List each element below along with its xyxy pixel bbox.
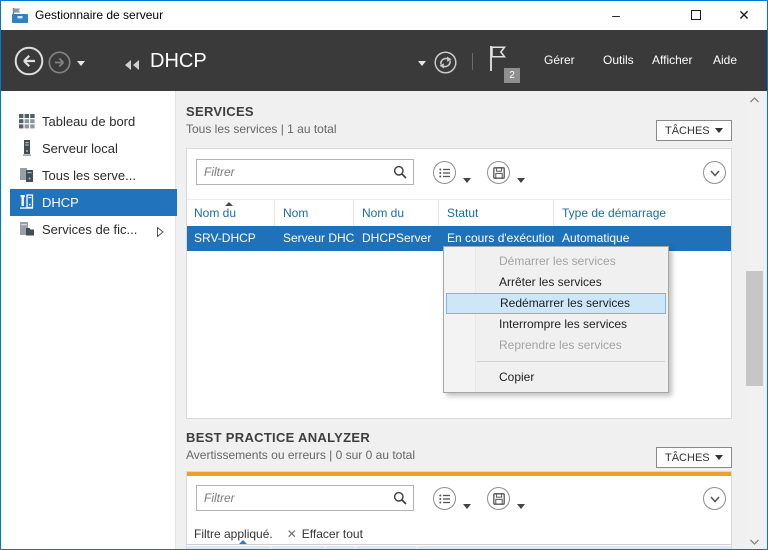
menu-item-reprendre: Reprendre les services xyxy=(499,338,622,352)
save-query-button[interactable] xyxy=(487,487,510,510)
list-view-dropdown-icon[interactable] xyxy=(463,170,471,188)
forward-button[interactable] xyxy=(48,51,71,79)
notification-count-badge[interactable]: 2 xyxy=(504,68,520,83)
services-section-title: SERVICES xyxy=(186,104,254,119)
title-bar: Gestionnaire de serveur – ✕ xyxy=(1,1,767,30)
back-button[interactable] xyxy=(14,46,44,81)
minimize-button[interactable]: – xyxy=(595,1,637,30)
sidebar-item-all-servers[interactable]: Tous les serve... xyxy=(2,162,176,189)
menu-afficher[interactable]: Afficher xyxy=(652,30,692,91)
bpa-tasks-button[interactable]: TÂCHES xyxy=(656,447,732,468)
list-view-dropdown-icon[interactable] xyxy=(463,496,471,514)
list-view-button[interactable] xyxy=(433,487,456,510)
collapse-panel-button[interactable] xyxy=(703,161,726,184)
list-icon xyxy=(438,168,450,177)
save-icon xyxy=(492,166,505,179)
services-table-header: Nom du serveur Nom complet Nom du servic… xyxy=(187,199,731,252)
sidebar-item-label: Tous les serve... xyxy=(42,168,136,183)
dhcp-tools-icon xyxy=(19,194,36,211)
save-icon xyxy=(492,492,505,505)
sort-ascending-icon xyxy=(239,540,247,544)
chevron-down-icon xyxy=(709,170,720,177)
menu-item-interrompre[interactable]: Interrompre les services xyxy=(444,314,668,335)
chevron-down-icon xyxy=(709,496,720,503)
sidebar-item-local-server[interactable]: Serveur local xyxy=(2,135,176,162)
collapse-panel-button[interactable] xyxy=(703,487,726,510)
breadcrumb[interactable]: DHCP xyxy=(150,50,207,73)
scrollbar-thumb[interactable] xyxy=(746,271,763,386)
dashboard-grid-icon xyxy=(19,113,36,130)
bpa-panel: Filtre appliqué. ✕ Effacer tout xyxy=(186,471,732,549)
navigation-bar: DHCP 2 Gérer Outils Afficher Aide xyxy=(1,30,767,91)
toolbar-separator xyxy=(472,53,473,70)
expand-arrow-icon[interactable] xyxy=(157,225,164,240)
sidebar-item-label: Services de fic... xyxy=(42,222,138,237)
close-button[interactable]: ✕ xyxy=(723,1,765,30)
clear-all-link[interactable]: Effacer tout xyxy=(302,527,363,541)
tasks-button-label: TÂCHES xyxy=(665,451,710,464)
scroll-up-button[interactable] xyxy=(746,91,763,108)
sidebar-item-label: DHCP xyxy=(42,195,79,210)
breadcrumb-collapse-icon[interactable] xyxy=(125,57,141,75)
maximize-icon xyxy=(691,10,701,20)
sidebar: Tableau de bord Serveur local Tous les s… xyxy=(2,91,177,549)
menu-aide[interactable]: Aide xyxy=(713,30,737,91)
all-servers-icon xyxy=(19,167,36,184)
sort-ascending-icon xyxy=(225,202,233,206)
clear-filter-icon[interactable]: ✕ xyxy=(287,527,297,541)
save-query-dropdown-icon[interactable] xyxy=(517,170,525,188)
context-menu: Démarrer les services Arrêter les servic… xyxy=(443,246,669,393)
menu-item-redemarrer[interactable]: Redémarrer les services xyxy=(446,293,666,314)
refresh-button[interactable] xyxy=(434,51,457,79)
save-query-dropdown-icon[interactable] xyxy=(517,496,525,514)
sidebar-item-label: Serveur local xyxy=(42,141,118,156)
tasks-button-label: TÂCHES xyxy=(665,124,710,137)
server-manager-app-icon xyxy=(11,7,29,29)
filter-applied-label: Filtre appliqué. xyxy=(194,527,273,541)
scroll-down-button[interactable] xyxy=(746,533,763,549)
menu-outils[interactable]: Outils xyxy=(603,30,634,91)
file-services-icon xyxy=(19,221,36,238)
sidebar-item-file-services[interactable]: Services de fic... xyxy=(2,216,176,243)
list-view-button[interactable] xyxy=(433,161,456,184)
services-filter-input[interactable] xyxy=(196,159,414,185)
maximize-button[interactable] xyxy=(675,1,717,30)
services-section-subtitle: Tous les services | 1 au total xyxy=(186,122,337,136)
services-tasks-button[interactable]: TÂCHES xyxy=(656,120,732,141)
menu-item-copier[interactable]: Copier xyxy=(444,367,668,388)
breadcrumb-dropdown-icon[interactable] xyxy=(418,61,426,66)
vertical-scrollbar[interactable] xyxy=(746,91,763,549)
menu-item-demarrer: Démarrer les services xyxy=(499,254,616,268)
bpa-section-title: BEST PRACTICE ANALYZER xyxy=(186,430,371,445)
list-icon xyxy=(438,494,450,503)
menu-separator xyxy=(477,361,665,362)
cell-server-name: SRV-DHCP xyxy=(194,231,256,245)
cell-service-name: DHCPServer xyxy=(362,231,432,245)
history-dropdown-icon[interactable] xyxy=(77,61,85,66)
bpa-filter-input[interactable] xyxy=(196,485,414,511)
bpa-table-header-clipped xyxy=(187,540,731,549)
chevron-down-icon xyxy=(715,455,723,460)
sidebar-item-dhcp[interactable]: DHCP xyxy=(10,189,177,216)
warning-bar xyxy=(187,472,731,476)
local-server-icon xyxy=(19,140,36,157)
filter-applied-status: Filtre appliqué. ✕ Effacer tout xyxy=(194,527,363,541)
cell-full-name: Serveur DHCP xyxy=(283,231,354,245)
window-title: Gestionnaire de serveur xyxy=(35,8,164,22)
bpa-section-subtitle: Avertissements ou erreurs | 0 sur 0 au t… xyxy=(186,448,416,462)
sidebar-item-label: Tableau de bord xyxy=(42,114,136,129)
server-manager-window: Gestionnaire de serveur – ✕ DHCP 2 Gérer… xyxy=(0,0,768,550)
menu-gerer[interactable]: Gérer xyxy=(544,30,575,91)
save-query-button[interactable] xyxy=(487,161,510,184)
menu-item-arreter[interactable]: Arrêter les services xyxy=(444,272,668,293)
chevron-down-icon xyxy=(715,128,723,133)
sidebar-item-dashboard[interactable]: Tableau de bord xyxy=(2,108,176,135)
